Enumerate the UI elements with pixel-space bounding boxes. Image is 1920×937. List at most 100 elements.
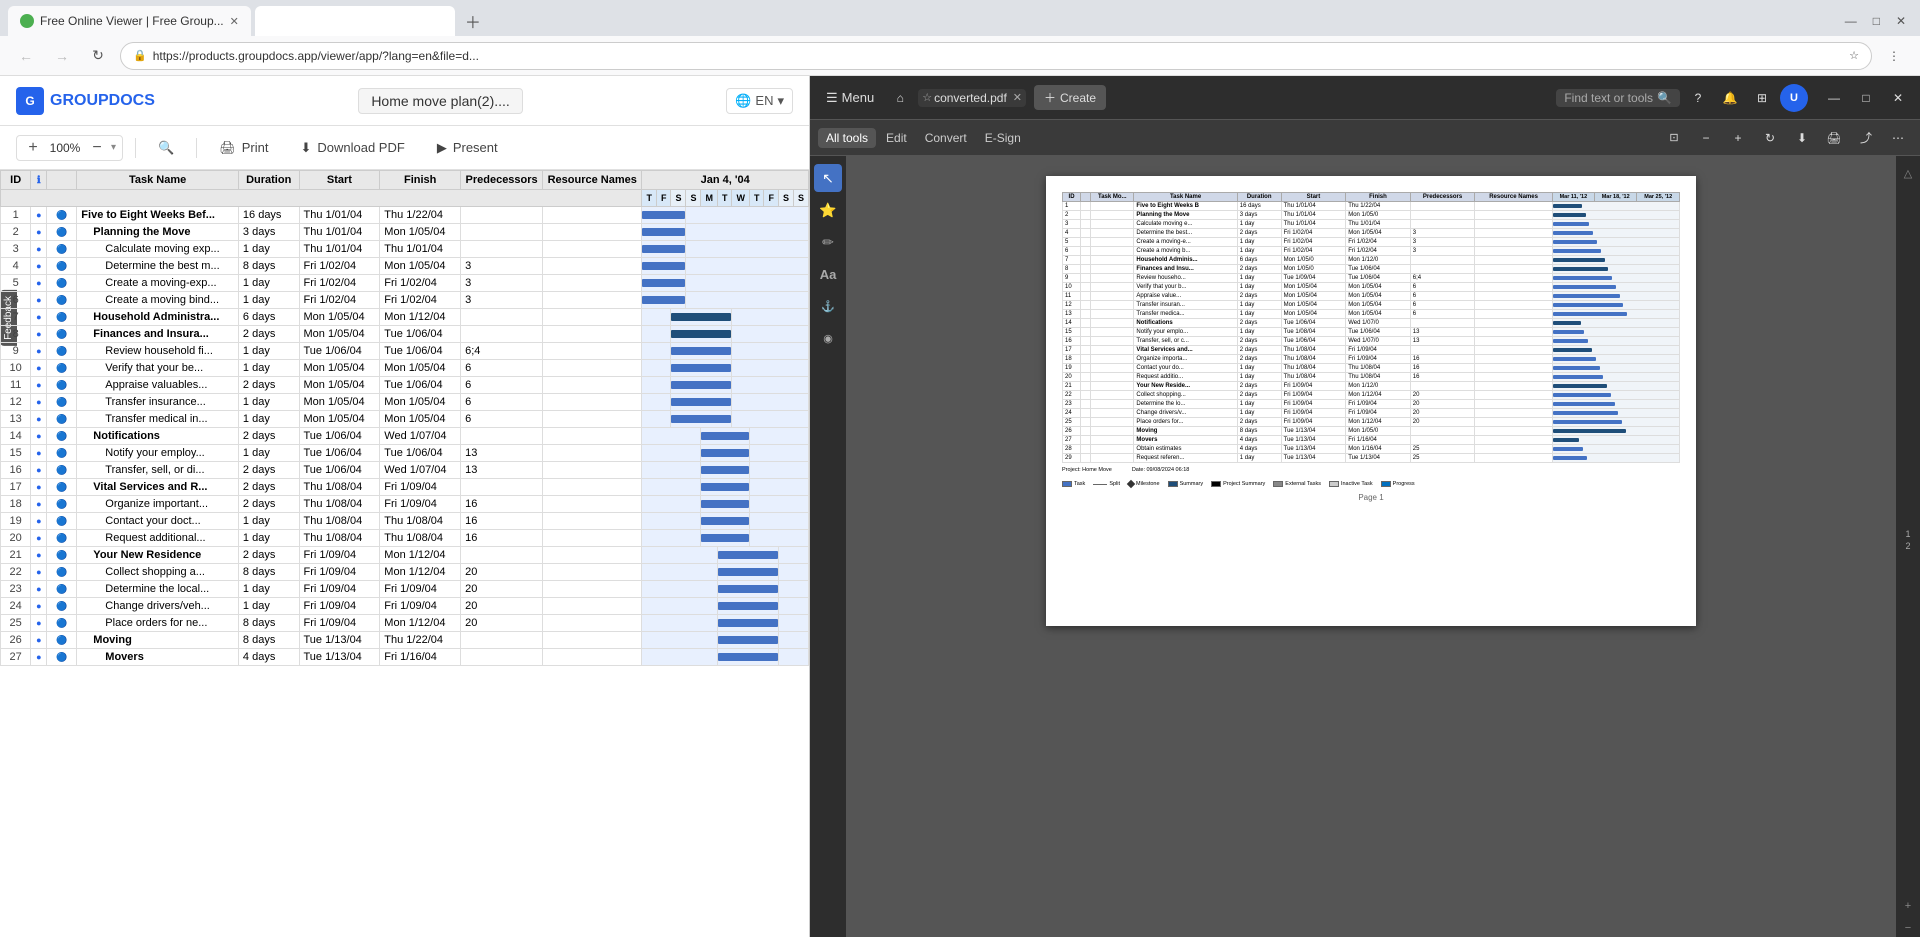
row-start: Fri 1/02/04 <box>299 275 380 292</box>
user-avatar[interactable]: U <box>1780 84 1808 112</box>
fit-page-btn[interactable]: ⊡ <box>1660 124 1688 152</box>
mini-row-mode <box>1091 418 1134 427</box>
link-tool[interactable]: ⚓ <box>814 292 842 320</box>
esign-tab[interactable]: E-Sign <box>977 128 1029 148</box>
row-res <box>543 479 642 496</box>
download-pdf-button[interactable]: ⬇ Download PDF <box>290 136 414 160</box>
zoom-out-button[interactable]: − <box>87 138 107 158</box>
tab-groupdocs[interactable]: Free Online Viewer | Free Group... ✕ <box>8 6 251 36</box>
cursor-tool[interactable]: ↖ <box>814 164 842 192</box>
toolbar-separator-2 <box>196 138 197 158</box>
browser-maximize[interactable]: □ <box>1867 12 1886 30</box>
mini-row-mode <box>1091 454 1134 463</box>
pdf-file-tab[interactable]: ☆ converted.pdf ✕ <box>918 89 1026 107</box>
inactive-task-label: Inactive Task <box>1341 481 1373 487</box>
zoom-out-btn[interactable]: − <box>1692 124 1720 152</box>
minimize-button[interactable]: — <box>1820 84 1848 112</box>
download-btn[interactable]: ⬇ <box>1788 124 1816 152</box>
mini-row-dur: 2 days <box>1237 265 1281 274</box>
forward-button[interactable]: → <box>48 42 76 70</box>
right-tool-zoom-in[interactable]: + <box>1899 897 1917 915</box>
tab-active[interactable] <box>255 6 455 36</box>
notifications-button[interactable]: 🔔 <box>1716 84 1744 112</box>
share-btn[interactable]: ⤴ <box>1852 124 1880 152</box>
more-tools-btn[interactable]: ⋯ <box>1884 124 1912 152</box>
col-start: Start <box>299 171 380 190</box>
new-tab-button[interactable]: ＋ <box>459 7 487 35</box>
pdf-tab-close-btn[interactable]: ✕ <box>1013 91 1022 104</box>
mini-row-res <box>1475 382 1552 391</box>
row-res <box>543 411 642 428</box>
mini-row-finish: Fri 1/09/04 <box>1346 400 1411 409</box>
row-start: Tue 1/13/04 <box>299 649 380 666</box>
text-tool[interactable]: Aa <box>814 260 842 288</box>
eraser-tool[interactable]: ◉ <box>814 324 842 352</box>
apps-button[interactable]: ⊞ <box>1748 84 1776 112</box>
row-start: Fri 1/02/04 <box>299 292 380 309</box>
row-id: 10 <box>1 360 31 377</box>
pdf-menu-button[interactable]: ☰ Menu <box>818 86 882 110</box>
rotate-btn[interactable]: ↻ <box>1756 124 1784 152</box>
right-tool-zoom-out[interactable]: − <box>1899 919 1917 937</box>
mini-table-row: 7 Household Adminis... 6 days Mon 1/05/0… <box>1063 256 1680 265</box>
pdf-create-button[interactable]: ＋ Create <box>1034 85 1106 110</box>
row-finish: Tue 1/06/04 <box>380 445 461 462</box>
zoom-in-btn[interactable]: + <box>1724 124 1752 152</box>
mini-row-name: Moving <box>1134 427 1237 436</box>
mini-table-row: 20 Request additio... 1 day Thu 1/08/04 … <box>1063 373 1680 382</box>
browser-menu-button[interactable]: ⋮ <box>1880 42 1908 70</box>
browser-close[interactable]: ✕ <box>1890 12 1912 30</box>
mini-row-finish: Mon 1/05/0 <box>1346 211 1411 220</box>
row-start: Thu 1/08/04 <box>299 513 380 530</box>
pencil-tool[interactable]: ✏ <box>814 228 842 256</box>
zoom-in-button[interactable]: + <box>23 138 43 158</box>
present-button[interactable]: ▶ Present <box>427 136 508 160</box>
search-button[interactable]: 🔍 <box>148 136 184 160</box>
mini-row-name: Transfer insuran... <box>1134 301 1237 310</box>
row-res <box>543 241 642 258</box>
language-selector[interactable]: 🌐 EN ▾ <box>726 88 793 114</box>
row-taskmode: 🔵 <box>47 598 77 615</box>
row-duration: 3 days <box>238 224 299 241</box>
row-taskname: Transfer medical in... <box>77 411 239 428</box>
print-btn[interactable]: 🖨 <box>1820 124 1848 152</box>
row-duration: 2 days <box>238 326 299 343</box>
pdf-document-area[interactable]: ID Task Mo... Task Name Duration Start F… <box>846 156 1896 937</box>
convert-tab[interactable]: Convert <box>917 128 975 148</box>
mini-row-res <box>1475 346 1552 355</box>
row-start: Fri 1/02/04 <box>299 258 380 275</box>
browser-controls: ← → ↻ 🔒 https://products.groupdocs.app/v… <box>0 36 1920 76</box>
refresh-button[interactable]: ↻ <box>84 42 112 70</box>
row-start: Fri 1/09/04 <box>299 615 380 632</box>
row-pred: 6;4 <box>461 343 543 360</box>
table-row: 24 ● 🔵 Change drivers/veh... 1 day Fri 1… <box>1 598 809 615</box>
left-panel: G GROUPDOCS Home move plan(2).... 🌐 EN ▾… <box>0 76 810 937</box>
maximize-button[interactable]: □ <box>1852 84 1880 112</box>
back-button[interactable]: ← <box>12 42 40 70</box>
row-taskmode: 🔵 <box>47 530 77 547</box>
mini-row-info <box>1081 247 1091 256</box>
mini-row-mode <box>1091 355 1134 364</box>
mini-row-info <box>1081 283 1091 292</box>
print-button[interactable]: 🖨 Print <box>209 136 278 160</box>
edit-tab[interactable]: Edit <box>878 128 915 148</box>
mini-row-start: Mon 1/05/04 <box>1281 283 1346 292</box>
mini-row-info <box>1081 418 1091 427</box>
row-pred <box>461 326 543 343</box>
mini-row-id: 5 <box>1063 238 1081 247</box>
all-tools-tab[interactable]: All tools <box>818 128 876 148</box>
tab-favicon <box>20 14 34 28</box>
mini-row-res <box>1475 301 1552 310</box>
browser-minimize[interactable]: — <box>1839 12 1863 30</box>
mini-row-mode <box>1091 427 1134 436</box>
close-button[interactable]: ✕ <box>1884 84 1912 112</box>
table-wrapper[interactable]: ID ℹ Task Name Duration Start Finish Pre… <box>0 170 809 937</box>
help-button[interactable]: ? <box>1684 84 1712 112</box>
mini-row-finish: Wed 1/07/0 <box>1346 337 1411 346</box>
tab-close-btn[interactable]: ✕ <box>230 15 239 28</box>
mini-row-mode <box>1091 247 1134 256</box>
col-taskname: Task Name <box>77 171 239 190</box>
address-bar[interactable]: 🔒 https://products.groupdocs.app/viewer/… <box>120 42 1872 70</box>
pdf-home-button[interactable]: ⌂ <box>886 84 914 112</box>
bookmark-tool[interactable]: ⭐ <box>814 196 842 224</box>
